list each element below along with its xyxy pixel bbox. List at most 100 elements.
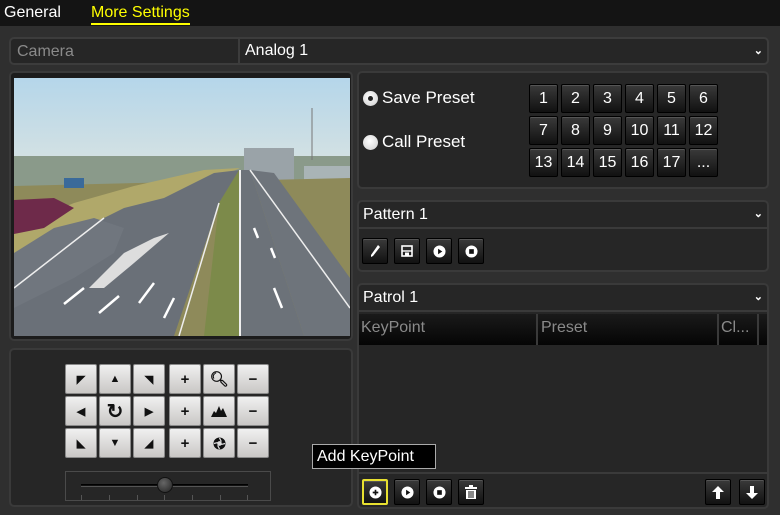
ptz-control-panel: ◤ ▲ ◥ ◀ ↻ ▶ ◣ ▼ ◢ + 🔍︎ − + − + − <box>9 348 353 507</box>
camera-row: Camera Analog 1 ⌄ <box>9 37 769 65</box>
ptz-speed-slider[interactable] <box>65 471 271 501</box>
delete-keypoint-button[interactable] <box>458 479 484 505</box>
preset-number-button[interactable]: 14 <box>561 148 590 177</box>
preset-number-button[interactable]: 17 <box>657 148 686 177</box>
preset-number-button[interactable]: 11 <box>657 116 686 145</box>
tab-bar: General More Settings <box>0 0 780 26</box>
tab-more-settings[interactable]: More Settings <box>91 4 190 25</box>
preset-more-button[interactable]: ... <box>689 148 718 177</box>
slider-thumb[interactable] <box>156 477 173 493</box>
camera-label: Camera <box>17 43 74 60</box>
live-view-image <box>14 78 350 336</box>
arrow-up-right-icon: ◥ <box>144 373 154 386</box>
move-down-button[interactable] <box>739 479 765 505</box>
slider-tick <box>220 495 221 500</box>
ptz-down-button[interactable]: ▼ <box>99 428 131 458</box>
ptz-up-right-button[interactable]: ◥ <box>133 364 165 394</box>
column-header-preset[interactable]: Preset <box>541 319 587 337</box>
column-divider[interactable] <box>717 314 719 345</box>
add-keypoint-icon <box>368 485 382 499</box>
save-preset-label: Save Preset <box>382 88 475 107</box>
tab-general[interactable]: General <box>4 4 61 22</box>
preset-number-button[interactable]: 1 <box>529 84 558 113</box>
move-down-icon <box>746 485 758 499</box>
stop-pattern-button[interactable] <box>458 238 484 264</box>
edit-pattern-button[interactable] <box>362 238 388 264</box>
add-keypoint-button[interactable] <box>362 479 388 505</box>
ptz-down-right-button[interactable]: ◢ <box>133 428 165 458</box>
zoom-icon: 🔍︎ <box>209 371 229 388</box>
preset-number-button[interactable]: 5 <box>657 84 686 113</box>
preset-number-button[interactable]: 10 <box>625 116 654 145</box>
column-header-clear[interactable]: Cl... <box>721 319 749 337</box>
play-pattern-button[interactable] <box>426 238 452 264</box>
zoom-in-button[interactable]: + <box>169 364 201 394</box>
slider-tick <box>164 495 165 500</box>
focus-button <box>203 396 235 426</box>
ptz-up-button[interactable]: ▲ <box>99 364 131 394</box>
arrow-up-left-icon: ◤ <box>76 373 86 386</box>
preset-number-button[interactable]: 16 <box>625 148 654 177</box>
patrol-select[interactable]: Patrol 1 ⌄ <box>359 285 767 312</box>
preset-number-button[interactable]: 13 <box>529 148 558 177</box>
slider-tick <box>109 495 110 500</box>
iris-icon <box>212 436 226 450</box>
arrow-left-icon: ◀ <box>76 405 86 418</box>
stop-patrol-icon <box>432 485 446 499</box>
camera-select[interactable]: Analog 1 <box>245 42 308 60</box>
arrow-right-icon: ▶ <box>144 405 154 418</box>
preset-number-button[interactable]: 15 <box>593 148 622 177</box>
play-pattern-icon <box>432 244 446 258</box>
play-patrol-icon <box>400 485 414 499</box>
column-header-keypoint[interactable]: KeyPoint <box>361 319 425 337</box>
stop-pattern-icon <box>464 244 478 258</box>
chevron-down-icon[interactable]: ⌄ <box>754 44 763 57</box>
call-preset-radio[interactable]: Call Preset <box>363 132 465 152</box>
preset-number-button[interactable]: 2 <box>561 84 590 113</box>
live-view-panel <box>9 71 353 341</box>
zoom-button: 🔍︎ <box>203 364 235 394</box>
save-pattern-button[interactable] <box>394 238 420 264</box>
preset-panel: Save Preset Call Preset 1 2 3 4 5 6 7 8 9 10 11 12 1… <box>357 71 769 189</box>
chevron-down-icon[interactable]: ⌄ <box>754 290 763 303</box>
column-divider[interactable] <box>536 314 538 345</box>
iris-button <box>203 428 235 458</box>
arrow-down-right-icon: ◢ <box>144 437 154 450</box>
preset-number-button[interactable]: 3 <box>593 84 622 113</box>
divider <box>359 472 767 474</box>
patrol-select-value: Patrol 1 <box>363 289 419 306</box>
delete-keypoint-icon <box>465 485 477 499</box>
call-preset-label: Call Preset <box>382 132 466 151</box>
move-up-button[interactable] <box>705 479 731 505</box>
focus-far-button[interactable]: − <box>237 396 269 426</box>
keypoint-table-header: KeyPoint Preset Cl... <box>359 314 767 345</box>
pattern-select-value: Pattern 1 <box>363 206 428 223</box>
focus-near-button[interactable]: + <box>169 396 201 426</box>
arrow-up-icon: ▲ <box>109 373 121 385</box>
arrow-down-icon: ▼ <box>109 437 121 449</box>
chevron-down-icon[interactable]: ⌄ <box>754 207 763 220</box>
slider-tick <box>247 495 248 500</box>
ptz-down-left-button[interactable]: ◣ <box>65 428 97 458</box>
iris-open-button[interactable]: + <box>169 428 201 458</box>
slider-tick <box>81 495 82 500</box>
preset-number-button[interactable]: 7 <box>529 116 558 145</box>
iris-close-button[interactable]: − <box>237 428 269 458</box>
auto-scan-icon: ↻ <box>106 400 124 423</box>
preset-number-button[interactable]: 4 <box>625 84 654 113</box>
preset-number-button[interactable]: 12 <box>689 116 718 145</box>
ptz-right-button[interactable]: ▶ <box>133 396 165 426</box>
zoom-out-button[interactable]: − <box>237 364 269 394</box>
save-preset-radio[interactable]: Save Preset <box>363 88 475 108</box>
ptz-left-button[interactable]: ◀ <box>65 396 97 426</box>
play-patrol-button[interactable] <box>394 479 420 505</box>
preset-number-button[interactable]: 6 <box>689 84 718 113</box>
radio-unchecked-icon <box>363 134 378 150</box>
ptz-auto-button[interactable]: ↻ <box>99 396 131 426</box>
column-divider[interactable] <box>757 314 759 345</box>
ptz-up-left-button[interactable]: ◤ <box>65 364 97 394</box>
preset-number-button[interactable]: 9 <box>593 116 622 145</box>
pattern-select[interactable]: Pattern 1 ⌄ <box>359 202 767 229</box>
stop-patrol-button[interactable] <box>426 479 452 505</box>
preset-number-button[interactable]: 8 <box>561 116 590 145</box>
